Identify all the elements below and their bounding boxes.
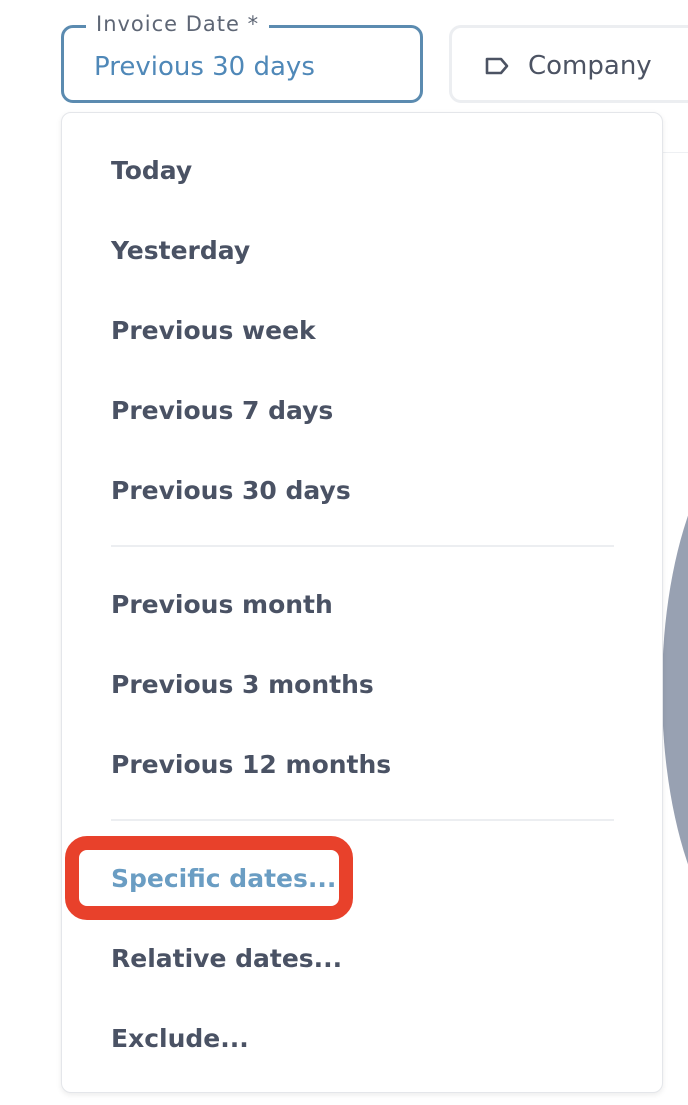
company-filter-label: Company <box>528 51 652 81</box>
background-divider <box>662 152 688 153</box>
date-options-dropdown: Today Yesterday Previous week Previous 7… <box>61 112 663 1093</box>
menu-divider <box>111 545 614 547</box>
menu-item-previous-3-months[interactable]: Previous 3 months <box>111 669 374 701</box>
menu-item-relative-dates[interactable]: Relative dates... <box>111 943 342 975</box>
menu-item-today[interactable]: Today <box>111 155 192 187</box>
menu-item-previous-month[interactable]: Previous month <box>111 589 333 621</box>
background-shape <box>662 420 688 960</box>
invoice-date-label: Invoice Date * <box>86 11 270 37</box>
menu-item-yesterday[interactable]: Yesterday <box>111 235 250 267</box>
invoice-date-filter[interactable]: Invoice Date * Previous 30 days <box>61 11 423 103</box>
page: Invoice Date * Previous 30 days Company … <box>0 0 688 1105</box>
menu-divider <box>111 819 614 821</box>
tag-icon <box>484 57 510 75</box>
menu-item-exclude[interactable]: Exclude... <box>111 1023 249 1055</box>
menu-item-previous-7-days[interactable]: Previous 7 days <box>111 395 333 427</box>
invoice-date-value: Previous 30 days <box>94 52 315 82</box>
menu-item-previous-week[interactable]: Previous week <box>111 315 316 347</box>
company-filter-button[interactable]: Company <box>449 25 688 103</box>
menu-item-previous-12-months[interactable]: Previous 12 months <box>111 749 391 781</box>
menu-item-specific-dates[interactable]: Specific dates... <box>111 863 336 895</box>
menu-item-previous-30-days[interactable]: Previous 30 days <box>111 475 351 507</box>
